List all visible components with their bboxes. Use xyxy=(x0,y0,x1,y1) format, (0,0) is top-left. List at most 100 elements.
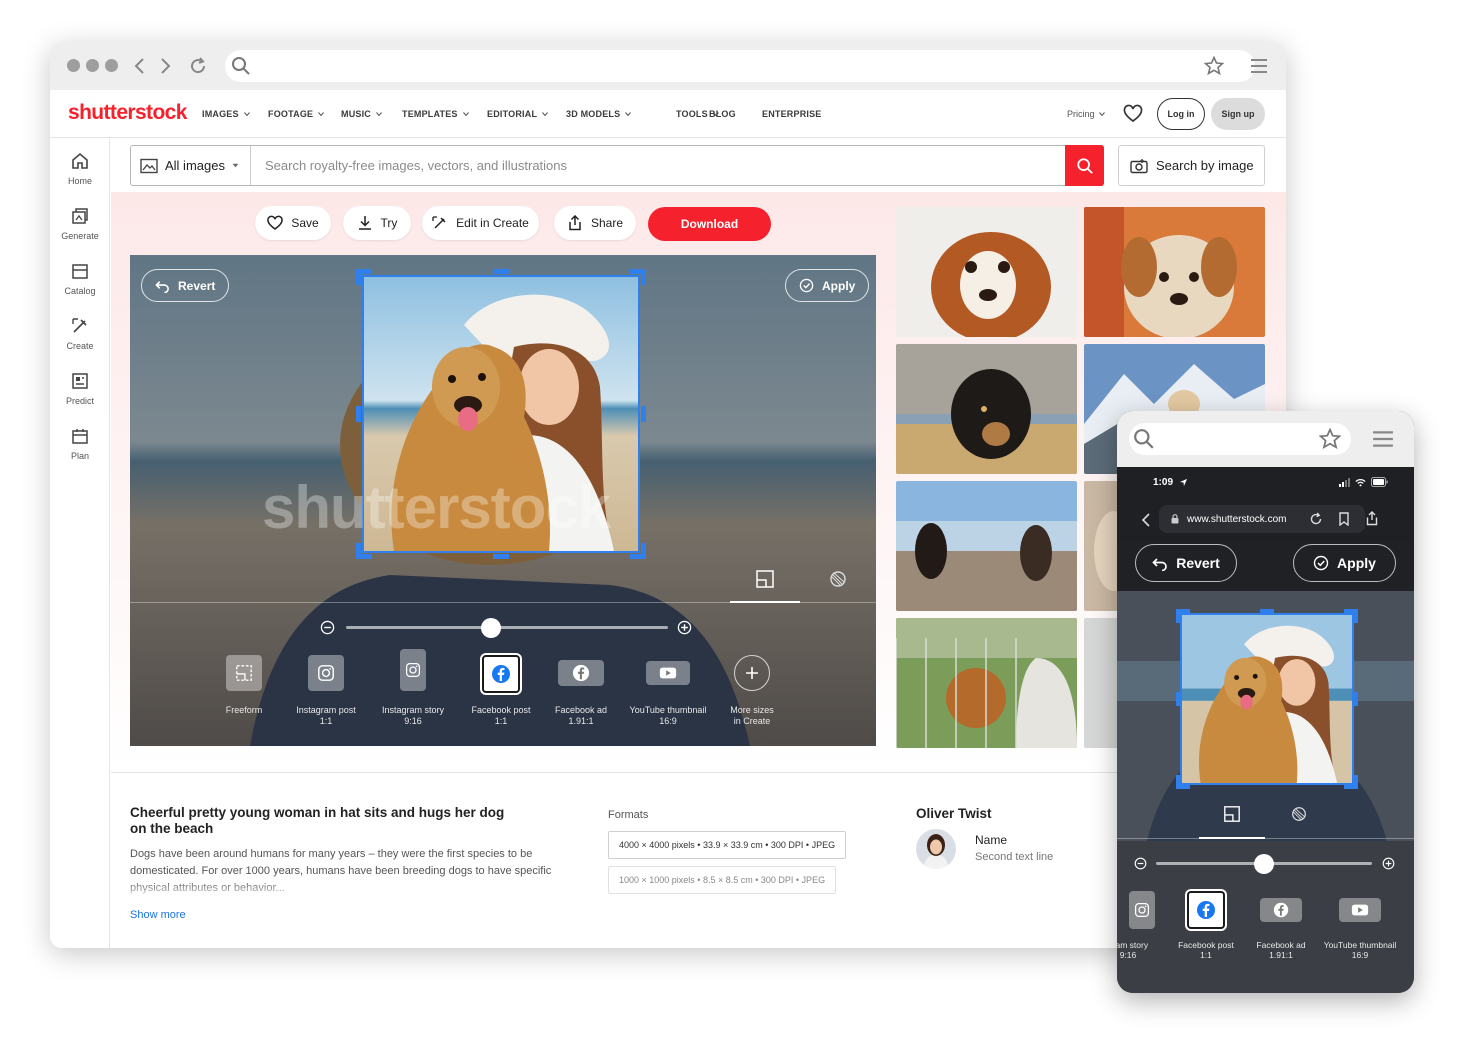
mobile-address-bar[interactable] xyxy=(1129,423,1351,455)
try-button[interactable]: Try xyxy=(343,206,411,240)
media-type-dropdown[interactable]: All images xyxy=(131,146,251,185)
catalog-icon xyxy=(72,264,88,279)
mobile-preset-facebook-post[interactable]: Facebook post 1:1 xyxy=(1166,891,1246,960)
mobile-editor-tabs xyxy=(1117,795,1414,839)
nav-3d-models[interactable]: 3D MODELS xyxy=(566,109,632,119)
search-button[interactable] xyxy=(1065,145,1104,186)
nav-templates[interactable]: TEMPLATES xyxy=(402,109,469,119)
window-maximize-dot[interactable] xyxy=(105,59,118,72)
download-button[interactable]: Download xyxy=(648,207,771,241)
mobile-preset-youtube-thumbnail[interactable]: YouTube thumbnail 16:9 xyxy=(1320,891,1400,960)
bookmark-icon[interactable] xyxy=(1338,512,1350,526)
zoom-track[interactable] xyxy=(346,626,668,629)
mobile-revert-button[interactable]: Revert xyxy=(1135,544,1237,582)
signup-button[interactable]: Sign up xyxy=(1211,98,1265,130)
sidebar-item-home[interactable]: Home xyxy=(50,151,110,186)
share-icon[interactable] xyxy=(1365,511,1379,526)
crop-handle-bottom[interactable] xyxy=(493,554,509,559)
mobile-crop-handle-right[interactable] xyxy=(1353,692,1358,706)
menu-icon[interactable] xyxy=(1249,56,1269,76)
site-header: shutterstock IMAGES FOOTAGE MUSIC TEMPLA… xyxy=(50,90,1286,138)
facebook-icon xyxy=(1273,902,1289,918)
address-bar[interactable] xyxy=(225,50,1255,82)
crop-handle-top[interactable] xyxy=(493,269,509,274)
tab-crop[interactable] xyxy=(730,569,800,603)
mobile-tab-filters[interactable] xyxy=(1266,805,1332,839)
sidebar-item-catalog[interactable]: Catalog xyxy=(50,261,110,296)
zoom-thumb[interactable] xyxy=(480,618,501,638)
mobile-crop-handle-left[interactable] xyxy=(1176,692,1181,706)
mobile-url-field[interactable]: www.shutterstock.com xyxy=(1159,505,1365,533)
preset-facebook-ad[interactable]: Facebook ad 1.91:1 xyxy=(536,655,626,727)
shutterstock-logo[interactable]: shutterstock xyxy=(68,101,187,125)
back-icon[interactable] xyxy=(1141,513,1151,527)
mobile-apply-button[interactable]: Apply xyxy=(1293,544,1396,582)
author-second-line: Second text line xyxy=(975,851,1054,863)
preset-facebook-post[interactable]: Facebook post 1:1 xyxy=(456,655,546,727)
freeform-icon xyxy=(236,665,252,681)
bookmark-star-icon[interactable] xyxy=(1319,428,1341,450)
download-icon xyxy=(358,216,371,230)
preset-more-sizes[interactable]: More sizes in Create xyxy=(707,655,797,727)
nav-enterprise[interactable]: ENTERPRISE xyxy=(762,109,822,119)
forward-icon[interactable] xyxy=(154,55,176,77)
avatar[interactable] xyxy=(916,829,956,869)
save-button[interactable]: Save xyxy=(255,206,331,240)
mobile-crop-handle-top[interactable] xyxy=(1260,609,1274,614)
mobile-preset-facebook-ad[interactable]: Facebook ad 1.91:1 xyxy=(1241,891,1321,960)
crop-handle-right[interactable] xyxy=(641,406,646,422)
share-button[interactable]: Share xyxy=(554,206,636,240)
mobile-crop-selection[interactable] xyxy=(1180,613,1354,785)
author-name[interactable]: Oliver Twist xyxy=(916,806,992,821)
mobile-device: 1:09 www.shutterstock.com Revert Apply a… xyxy=(1117,411,1414,993)
related-image[interactable] xyxy=(896,207,1077,337)
revert-button[interactable]: Revert xyxy=(141,269,230,302)
check-circle-icon xyxy=(1313,555,1329,571)
apply-button[interactable]: Apply xyxy=(785,269,870,302)
nav-music[interactable]: MUSIC xyxy=(341,109,382,119)
preset-freeform[interactable]: Freeform xyxy=(199,655,289,716)
related-image[interactable] xyxy=(896,618,1077,748)
window-close-dot[interactable] xyxy=(67,59,80,72)
nav-footage[interactable]: FOOTAGE xyxy=(268,109,325,119)
crop-handle-left[interactable] xyxy=(356,406,361,422)
mobile-preset-instagram-story[interactable]: gram story 9:16 xyxy=(1117,891,1168,960)
format-option-small[interactable]: 1000 × 1000 pixels • 8.5 × 8.5 cm • 300 … xyxy=(608,866,837,894)
preset-youtube-thumbnail[interactable]: YouTube thumbnail 16:9 xyxy=(623,655,713,727)
mobile-zoom-slider[interactable] xyxy=(1134,853,1402,874)
window-minimize-dot[interactable] xyxy=(86,59,99,72)
format-option-large[interactable]: 4000 × 4000 pixels • 33.9 × 33.9 cm • 30… xyxy=(608,831,847,859)
sidebar-item-predict[interactable]: Predict xyxy=(50,371,110,406)
back-icon[interactable] xyxy=(129,55,151,77)
search-input[interactable]: Search royalty-free images, vectors, and… xyxy=(265,158,567,173)
nav-pricing[interactable]: Pricing xyxy=(1067,109,1105,119)
related-image[interactable] xyxy=(896,481,1077,611)
sidebar-item-generate[interactable]: Generate xyxy=(50,206,110,241)
zoom-slider[interactable] xyxy=(320,617,692,638)
mobile-tab-crop[interactable] xyxy=(1199,805,1265,839)
edit-in-create-button[interactable]: Edit in Create xyxy=(422,206,539,240)
reload-icon[interactable] xyxy=(187,55,209,77)
show-more-link[interactable]: Show more xyxy=(130,909,186,921)
reload-icon[interactable] xyxy=(1309,512,1323,526)
search-by-image-button[interactable]: Search by image xyxy=(1118,145,1265,186)
search-bar: All images Search royalty-free images, v… xyxy=(130,145,1104,186)
menu-icon[interactable] xyxy=(1372,428,1394,450)
sidebar-item-create[interactable]: Create xyxy=(50,316,110,351)
tab-filters[interactable] xyxy=(803,569,873,603)
related-image[interactable] xyxy=(1084,207,1265,337)
search-icon xyxy=(231,56,251,76)
sidebar-item-plan[interactable]: Plan xyxy=(50,426,110,461)
chevron-down-icon xyxy=(376,112,382,117)
bookmark-star-icon[interactable] xyxy=(1204,56,1224,76)
nav-editorial[interactable]: EDITORIAL xyxy=(487,109,549,119)
mobile-zoom-thumb[interactable] xyxy=(1254,854,1274,874)
crop-handle-top-left-v xyxy=(356,269,361,285)
preset-instagram-post[interactable]: Instagram post 1:1 xyxy=(281,655,371,727)
login-button[interactable]: Log in xyxy=(1157,98,1205,130)
nav-images[interactable]: IMAGES xyxy=(202,109,250,119)
favorites-heart-icon[interactable] xyxy=(1123,104,1143,124)
related-image[interactable] xyxy=(896,344,1077,474)
preset-instagram-story[interactable]: Instagram story 9:16 xyxy=(368,649,458,727)
nav-blog[interactable]: BLOG xyxy=(709,109,736,119)
